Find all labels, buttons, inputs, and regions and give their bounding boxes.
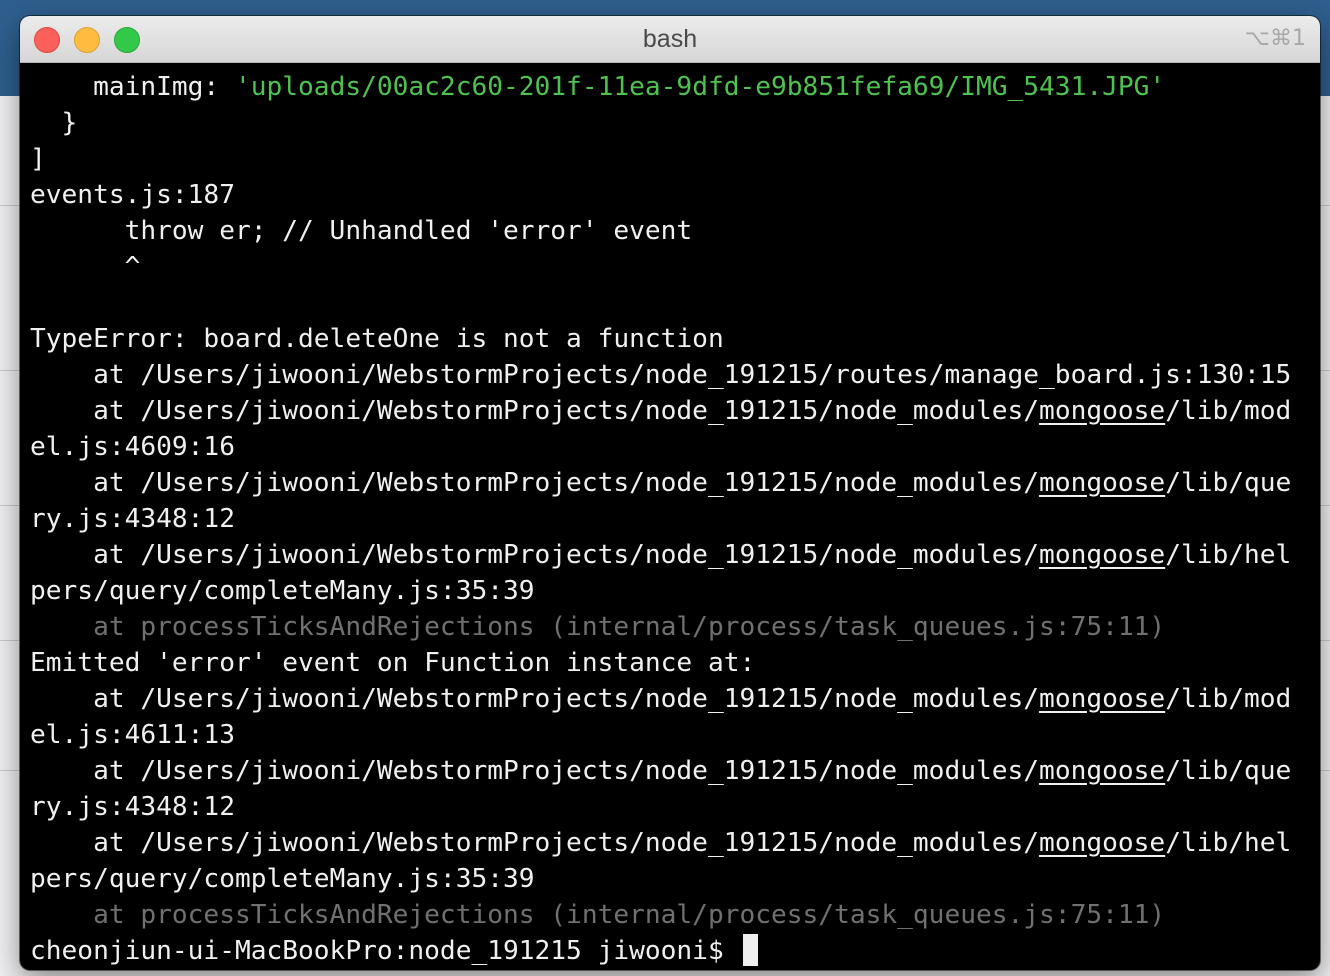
terminal-line: TypeError: board.deleteOne is not a func… (30, 321, 1320, 357)
terminal-text: /lib/que (1165, 756, 1292, 786)
terminal-line: Emitted 'error' event on Function instan… (30, 645, 1320, 681)
terminal-line: at /Users/jiwooni/WebstormProjects/node_… (30, 393, 1320, 429)
terminal-text: at /Users/jiwooni/WebstormProjects/node_… (30, 468, 1040, 498)
terminal-text: ^ (30, 252, 141, 282)
terminal-text: /lib/que (1165, 468, 1292, 498)
terminal-line: events.js:187 (30, 177, 1320, 213)
terminal-text: mainImg: (30, 72, 235, 102)
window-controls (34, 27, 140, 53)
terminal-line: at processTicksAndRejections (internal/p… (30, 897, 1320, 933)
prompt-line[interactable]: cheonjiun-ui-MacBookPro:node_191215 jiwo… (30, 933, 1320, 969)
terminal-text: throw er; // Unhandled 'error' event (30, 216, 693, 246)
terminal-text: at processTicksAndRejections (internal/p… (30, 900, 1166, 930)
terminal-link-text[interactable]: mongoose (1039, 468, 1165, 498)
terminal-text: events.js:187 (30, 180, 235, 210)
terminal-text: /lib/mod (1165, 396, 1292, 426)
terminal-window[interactable]: bash ⌥⌘1 mainImg: 'uploads/00ac2c60-201f… (20, 16, 1320, 970)
terminal-line: } (30, 105, 1320, 141)
terminal-line: ] (30, 141, 1320, 177)
terminal-text: ry.js:4348:12 (30, 792, 235, 822)
terminal-line: pers/query/completeMany.js:35:39 (30, 861, 1320, 897)
window-shortcut: ⌥⌘1 (1244, 26, 1306, 51)
terminal-line: el.js:4611:13 (30, 717, 1320, 753)
terminal-text: at /Users/jiwooni/WebstormProjects/node_… (30, 828, 1040, 858)
terminal-text: at /Users/jiwooni/WebstormProjects/node_… (30, 756, 1040, 786)
terminal-line: at /Users/jiwooni/WebstormProjects/node_… (30, 753, 1320, 789)
terminal-text: /lib/hel (1165, 828, 1292, 858)
terminal-line: el.js:4609:16 (30, 429, 1320, 465)
terminal-text: at /Users/jiwooni/WebstormProjects/node_… (30, 540, 1040, 570)
window-title: bash (642, 24, 698, 53)
shell-prompt: cheonjiun-ui-MacBookPro:node_191215 jiwo… (30, 936, 740, 966)
terminal-line: throw er; // Unhandled 'error' event (30, 213, 1320, 249)
terminal-line: at /Users/jiwooni/WebstormProjects/node_… (30, 537, 1320, 573)
terminal-text: Emitted 'error' event on Function instan… (30, 648, 756, 678)
terminal-link-text[interactable]: mongoose (1039, 540, 1165, 570)
text-cursor (743, 934, 759, 966)
terminal-text: pers/query/completeMany.js:35:39 (30, 864, 535, 894)
terminal-text: 'uploads/00ac2c60-201f-11ea-9dfd-e9b851f… (234, 72, 1166, 102)
minimize-button[interactable] (74, 27, 100, 53)
terminal-output[interactable]: mainImg: 'uploads/00ac2c60-201f-11ea-9df… (20, 63, 1320, 969)
title-bar[interactable]: bash ⌥⌘1 (20, 16, 1320, 63)
close-button[interactable] (34, 27, 60, 53)
terminal-text: at /Users/jiwooni/WebstormProjects/node_… (30, 684, 1040, 714)
terminal-text: at /Users/jiwooni/WebstormProjects/node_… (30, 360, 1292, 390)
terminal-line: ry.js:4348:12 (30, 789, 1320, 825)
terminal-text: /lib/mod (1165, 684, 1292, 714)
terminal-line: at /Users/jiwooni/WebstormProjects/node_… (30, 465, 1320, 501)
terminal-text: at /Users/jiwooni/WebstormProjects/node_… (30, 396, 1040, 426)
terminal-line: pers/query/completeMany.js:35:39 (30, 573, 1320, 609)
terminal-link-text[interactable]: mongoose (1039, 756, 1165, 786)
terminal-line: at processTicksAndRejections (internal/p… (30, 609, 1320, 645)
terminal-text: } (30, 108, 78, 138)
terminal-text: TypeError: board.deleteOne is not a func… (30, 324, 724, 354)
zoom-button[interactable] (114, 27, 140, 53)
terminal-text: ] (30, 144, 46, 174)
terminal-link-text[interactable]: mongoose (1039, 684, 1165, 714)
terminal-text: /lib/hel (1165, 540, 1292, 570)
terminal-line: ^ (30, 249, 1320, 285)
terminal-line: at /Users/jiwooni/WebstormProjects/node_… (30, 681, 1320, 717)
terminal-line: at /Users/jiwooni/WebstormProjects/node_… (30, 825, 1320, 861)
terminal-link-text[interactable]: mongoose (1039, 396, 1165, 426)
terminal-text: ry.js:4348:12 (30, 504, 235, 534)
terminal-text: el.js:4611:13 (30, 720, 235, 750)
terminal-text: pers/query/completeMany.js:35:39 (30, 576, 535, 606)
terminal-line: ry.js:4348:12 (30, 501, 1320, 537)
terminal-line: at /Users/jiwooni/WebstormProjects/node_… (30, 357, 1320, 393)
terminal-text: el.js:4609:16 (30, 432, 235, 462)
terminal-line: mainImg: 'uploads/00ac2c60-201f-11ea-9df… (30, 69, 1320, 105)
terminal-text: at processTicksAndRejections (internal/p… (30, 612, 1166, 642)
terminal-link-text[interactable]: mongoose (1039, 828, 1165, 858)
